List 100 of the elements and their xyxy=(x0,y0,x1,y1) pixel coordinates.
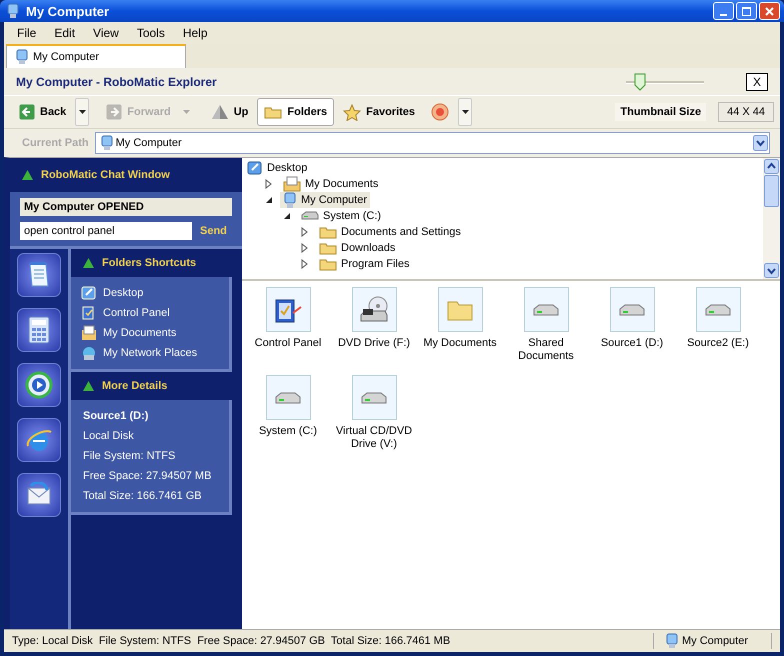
explorer-item[interactable]: Virtual CD/DVD Drive (V:) xyxy=(331,375,417,463)
media-player-button[interactable] xyxy=(17,363,61,407)
explorer-item[interactable]: Control Panel xyxy=(245,287,331,375)
path-label: Current Path xyxy=(22,137,89,149)
collapse-arrow-icon[interactable] xyxy=(83,381,94,391)
close-panel-button[interactable]: X xyxy=(746,72,768,90)
document-tab[interactable]: My Computer xyxy=(6,44,186,68)
explorer-item[interactable]: Shared Documents xyxy=(503,287,589,375)
caret-icon xyxy=(462,110,469,114)
tree-item[interactable]: Downloads xyxy=(316,240,398,256)
tree-item[interactable]: My Computer xyxy=(280,192,370,208)
tree-expander-icon[interactable] xyxy=(264,179,274,189)
thumbnail-size-label: Thumbnail Size xyxy=(615,103,706,121)
folder-icon xyxy=(319,241,337,255)
disc-drive-icon xyxy=(359,294,389,324)
menu-item[interactable]: File xyxy=(8,26,46,40)
desktop-icon xyxy=(81,285,97,301)
minimize-icon xyxy=(720,14,727,16)
play-icon xyxy=(25,371,53,399)
mail-sync-button[interactable] xyxy=(17,473,61,517)
detail-name: Source1 (D:) xyxy=(83,409,150,424)
tree-expander-icon[interactable] xyxy=(282,211,292,221)
shortcut-link[interactable]: My Network Places xyxy=(81,343,223,363)
explorer-item[interactable]: Source2 (E:) xyxy=(675,287,761,375)
chat-log: My Computer OPENED xyxy=(20,198,232,216)
path-combo-box[interactable]: My Computer xyxy=(94,132,770,154)
scrollbar-thumb[interactable] xyxy=(764,175,779,207)
explorer-item[interactable]: My Documents xyxy=(417,287,503,375)
detail-text: File System: NTFS xyxy=(83,449,176,464)
detail-text: Free Space: 27.94507 MB xyxy=(83,469,212,484)
menu-item[interactable]: Help xyxy=(174,26,217,40)
status-location: My Computer xyxy=(682,635,750,647)
detail-text: Total Size: 166.7461 GB xyxy=(83,489,203,504)
tree-item[interactable]: System (C:) xyxy=(298,208,384,224)
scrollbar[interactable] xyxy=(763,158,780,279)
thumbnail-size-slider[interactable] xyxy=(626,72,704,90)
minimize-button[interactable] xyxy=(713,2,734,20)
folders-button[interactable]: Folders xyxy=(257,98,334,126)
window-title: My Computer xyxy=(26,4,110,18)
slider-thumb[interactable] xyxy=(634,72,646,90)
dropdown-button[interactable] xyxy=(458,98,472,126)
tree-expander-icon[interactable] xyxy=(300,243,310,253)
maximize-icon xyxy=(742,6,751,16)
collapse-arrow-icon[interactable] xyxy=(22,170,33,180)
panel-title: My Computer - RoboMatic Explorer xyxy=(16,74,218,88)
shortcut-link[interactable]: Control Panel xyxy=(81,303,223,323)
back-button[interactable]: Back xyxy=(12,98,74,126)
menu-item[interactable]: Edit xyxy=(45,26,84,40)
close-button[interactable] xyxy=(759,2,780,20)
scroll-up-icon[interactable] xyxy=(764,159,779,174)
close-icon xyxy=(765,6,774,16)
chat-input-field[interactable]: open control panel xyxy=(20,222,192,240)
explorer-item[interactable]: System (C:) xyxy=(245,375,331,463)
collapse-arrow-icon[interactable] xyxy=(83,258,94,268)
detail-text: Local Disk xyxy=(83,429,135,444)
shortcut-link[interactable]: Desktop xyxy=(81,283,223,303)
tree-item[interactable]: Documents and Settings xyxy=(316,224,464,240)
send-link[interactable]: Send xyxy=(198,225,229,237)
hard-drive-icon xyxy=(533,302,559,316)
tree-expander-icon[interactable] xyxy=(300,259,310,269)
browser-button[interactable] xyxy=(17,418,61,462)
hard-drive-icon xyxy=(275,390,301,404)
computer-icon xyxy=(6,3,20,19)
documents-icon xyxy=(81,325,97,341)
maximize-button[interactable] xyxy=(736,2,757,20)
computer-icon xyxy=(665,633,679,649)
caret-icon xyxy=(78,110,86,114)
section-title: Folders Shortcuts xyxy=(102,257,196,269)
triangle-icon xyxy=(210,104,229,120)
up-button[interactable]: Up xyxy=(204,98,256,126)
thumbnail-size-value: 44 X 44 xyxy=(718,102,774,122)
hard-drive-icon xyxy=(361,390,387,404)
hard-drive-icon xyxy=(705,302,731,316)
documents-icon xyxy=(283,176,301,192)
tree-expander-icon[interactable] xyxy=(264,195,274,205)
hard-drive-icon xyxy=(301,210,319,222)
section-title: More Details xyxy=(102,380,168,392)
menu-item[interactable]: View xyxy=(84,26,128,40)
computer-icon xyxy=(100,135,114,151)
dropdown-button[interactable] xyxy=(75,98,90,126)
shortcut-link[interactable]: My Documents xyxy=(81,323,223,343)
tree-item[interactable]: My Documents xyxy=(280,176,382,192)
tree-item[interactable]: Program Files xyxy=(316,256,412,272)
folder-icon xyxy=(319,257,337,271)
hard-drive-icon xyxy=(619,302,645,316)
explorer-item[interactable]: Source1 (D:) xyxy=(589,287,675,375)
star-icon xyxy=(343,104,362,120)
calculator-button[interactable] xyxy=(17,308,61,352)
notepad-button[interactable] xyxy=(17,253,61,297)
menu-item[interactable]: Tools xyxy=(128,26,174,40)
disc-icon xyxy=(431,103,450,121)
favorites-button[interactable]: Favorites xyxy=(336,98,422,126)
tree-item[interactable]: Desktop xyxy=(244,160,310,176)
scroll-down-icon[interactable] xyxy=(764,263,779,278)
computer-icon xyxy=(15,49,29,65)
tree-expander-icon[interactable] xyxy=(300,227,310,237)
folder-icon xyxy=(264,105,282,119)
explorer-item[interactable]: DVD Drive (F:) xyxy=(331,287,417,375)
caret-icon xyxy=(183,110,190,114)
calculator-icon xyxy=(28,316,50,344)
